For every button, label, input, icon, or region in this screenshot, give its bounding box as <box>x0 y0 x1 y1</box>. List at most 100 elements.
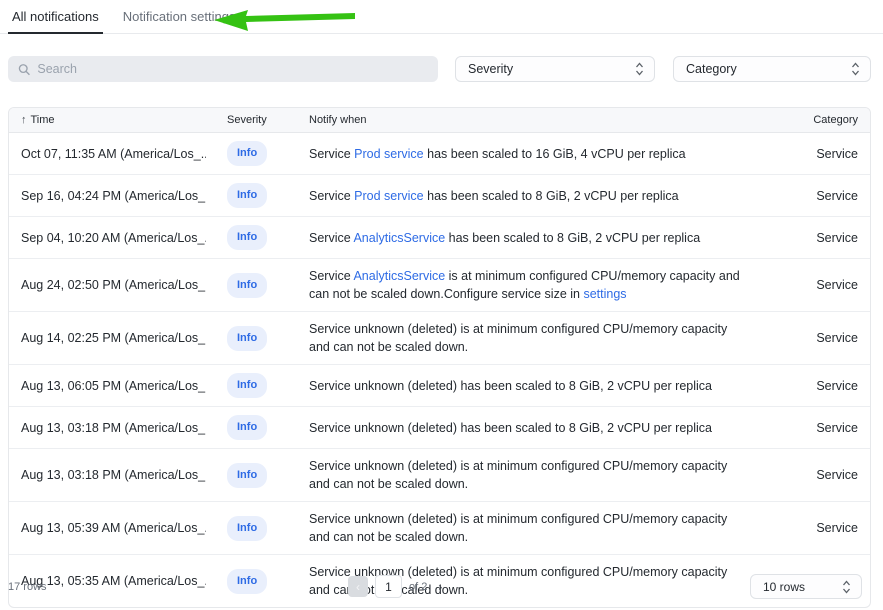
notify-when-cell: Service AnalyticsService is at minimum c… <box>291 259 770 311</box>
severity-badge: Info <box>227 141 267 166</box>
category-filter-label: Category <box>686 62 737 76</box>
table-row: Aug 13, 03:18 PM (America/Los_... Info S… <box>9 407 870 449</box>
notify-when-cell: Service unknown (deleted) has been scale… <box>291 411 770 445</box>
notify-when-cell: Service unknown (deleted) is at minimum … <box>291 312 770 364</box>
next-page-button[interactable]: › <box>434 578 446 596</box>
page-total-label: of 2 <box>409 581 427 593</box>
message-text: Service unknown (deleted) has been scale… <box>309 379 712 393</box>
table-row: Aug 13, 03:18 PM (America/Los_... Info S… <box>9 449 870 502</box>
severity-filter-select[interactable]: Severity <box>455 56 655 82</box>
table-row: Sep 16, 04:24 PM (America/Los_... Info S… <box>9 175 870 217</box>
category-cell: Service <box>770 221 870 255</box>
severity-cell: Info <box>206 407 291 448</box>
severity-badge: Info <box>227 415 267 440</box>
category-cell: Service <box>770 268 870 302</box>
message-text: Service unknown (deleted) is at minimum … <box>309 322 727 354</box>
column-header-time-label: Time <box>31 114 55 126</box>
category-cell: Service <box>770 511 870 545</box>
column-header-notify-when: Notify when <box>291 114 770 126</box>
search-icon <box>18 63 30 76</box>
arrow-left-icon <box>213 7 355 33</box>
severity-cell: Info <box>206 455 291 496</box>
time-cell: Sep 16, 04:24 PM (America/Los_... <box>9 179 206 213</box>
severity-cell: Info <box>206 175 291 216</box>
severity-cell: Info <box>206 365 291 406</box>
time-cell: Oct 07, 11:35 AM (America/Los_... <box>9 137 206 171</box>
green-arrow-annotation <box>213 7 355 33</box>
severity-badge: Info <box>227 516 267 541</box>
message-text: Service <box>309 269 353 283</box>
message-text: has been scaled to 8 GiB, 2 vCPU per rep… <box>424 189 679 203</box>
table-row: Aug 24, 02:50 PM (America/Los_... Info S… <box>9 259 870 312</box>
severity-badge: Info <box>227 569 267 594</box>
severity-cell: Info <box>206 318 291 359</box>
category-cell: Service <box>770 321 870 355</box>
table-row: Aug 13, 05:39 AM (America/Los_... Info S… <box>9 502 870 555</box>
category-cell: Service <box>770 411 870 445</box>
column-header-category: Category <box>770 114 870 126</box>
severity-cell: Info <box>206 217 291 258</box>
message-text: Service <box>309 147 354 161</box>
severity-cell: Info <box>206 265 291 306</box>
table-row: Oct 07, 11:35 AM (America/Los_... Info S… <box>9 133 870 175</box>
column-header-severity: Severity <box>206 114 291 126</box>
severity-badge: Info <box>227 273 267 298</box>
rows-count-label: 17 rows <box>8 581 47 593</box>
time-cell: Aug 13, 05:39 AM (America/Los_... <box>9 511 206 545</box>
tab-all-notifications[interactable]: All notifications <box>8 0 103 33</box>
severity-filter-label: Severity <box>468 62 513 76</box>
message-link[interactable]: AnalyticsService <box>353 231 445 245</box>
tab-bar: All notifications Notification settings <box>0 0 883 34</box>
notify-when-cell: Service unknown (deleted) is at minimum … <box>291 502 770 554</box>
table-header: ↑ Time Severity Notify when Category <box>9 108 870 133</box>
notify-when-cell: Service unknown (deleted) has been scale… <box>291 369 770 403</box>
search-box <box>8 56 438 82</box>
notify-when-cell: Service AnalyticsService has been scaled… <box>291 221 770 255</box>
notify-when-cell: Service Prod service has been scaled to … <box>291 137 770 171</box>
message-text: has been scaled to 8 GiB, 2 vCPU per rep… <box>445 231 700 245</box>
message-link[interactable]: Prod service <box>354 147 423 161</box>
page-size-label: 10 rows <box>763 580 805 594</box>
page-size-select[interactable]: 10 rows <box>750 574 862 599</box>
previous-page-button[interactable]: ‹ <box>348 576 368 597</box>
column-header-time[interactable]: ↑ Time <box>9 114 206 126</box>
severity-badge: Info <box>227 225 267 250</box>
table-row: Aug 14, 02:25 PM (America/Los_... Info S… <box>9 312 870 365</box>
time-cell: Aug 14, 02:25 PM (America/Los_... <box>9 321 206 355</box>
message-link[interactable]: AnalyticsService <box>353 269 445 283</box>
severity-cell: Info <box>206 133 291 174</box>
select-chevrons-icon <box>842 580 851 594</box>
category-cell: Service <box>770 458 870 492</box>
severity-badge: Info <box>227 463 267 488</box>
category-cell: Service <box>770 137 870 171</box>
select-chevrons-icon <box>851 62 860 76</box>
message-text: Service unknown (deleted) has been scale… <box>309 421 712 435</box>
severity-cell: Info <box>206 561 291 602</box>
pagination: ‹ of 2 › <box>348 575 446 598</box>
notifications-table: ↑ Time Severity Notify when Category Oct… <box>8 107 871 608</box>
message-text: Service unknown (deleted) is at minimum … <box>309 459 727 491</box>
message-link[interactable]: settings <box>583 287 626 301</box>
table-body: Oct 07, 11:35 AM (America/Los_... Info S… <box>9 133 870 607</box>
category-filter-select[interactable]: Category <box>673 56 871 82</box>
table-row: Aug 13, 06:05 PM (America/Los_... Info S… <box>9 365 870 407</box>
time-cell: Aug 13, 03:18 PM (America/Los_... <box>9 411 206 445</box>
time-cell: Aug 13, 03:18 PM (America/Los_... <box>9 458 206 492</box>
message-text: Service <box>309 231 353 245</box>
severity-badge: Info <box>227 183 267 208</box>
message-link[interactable]: Prod service <box>354 189 423 203</box>
search-input[interactable] <box>37 62 428 76</box>
table-row: Sep 04, 10:20 AM (America/Los_... Info S… <box>9 217 870 259</box>
severity-cell: Info <box>206 508 291 549</box>
time-cell: Sep 04, 10:20 AM (America/Los_... <box>9 221 206 255</box>
message-text: has been scaled to 16 GiB, 4 vCPU per re… <box>424 147 686 161</box>
notifications-page: All notifications Notification settings … <box>0 0 883 610</box>
severity-badge: Info <box>227 326 267 351</box>
message-text: Service <box>309 189 354 203</box>
sort-ascending-icon: ↑ <box>21 114 27 126</box>
notify-when-cell: Service Prod service has been scaled to … <box>291 179 770 213</box>
page-number-input[interactable] <box>375 575 402 598</box>
time-cell: Aug 13, 06:05 PM (America/Los_... <box>9 369 206 403</box>
select-chevrons-icon <box>635 62 644 76</box>
category-cell: Service <box>770 369 870 403</box>
